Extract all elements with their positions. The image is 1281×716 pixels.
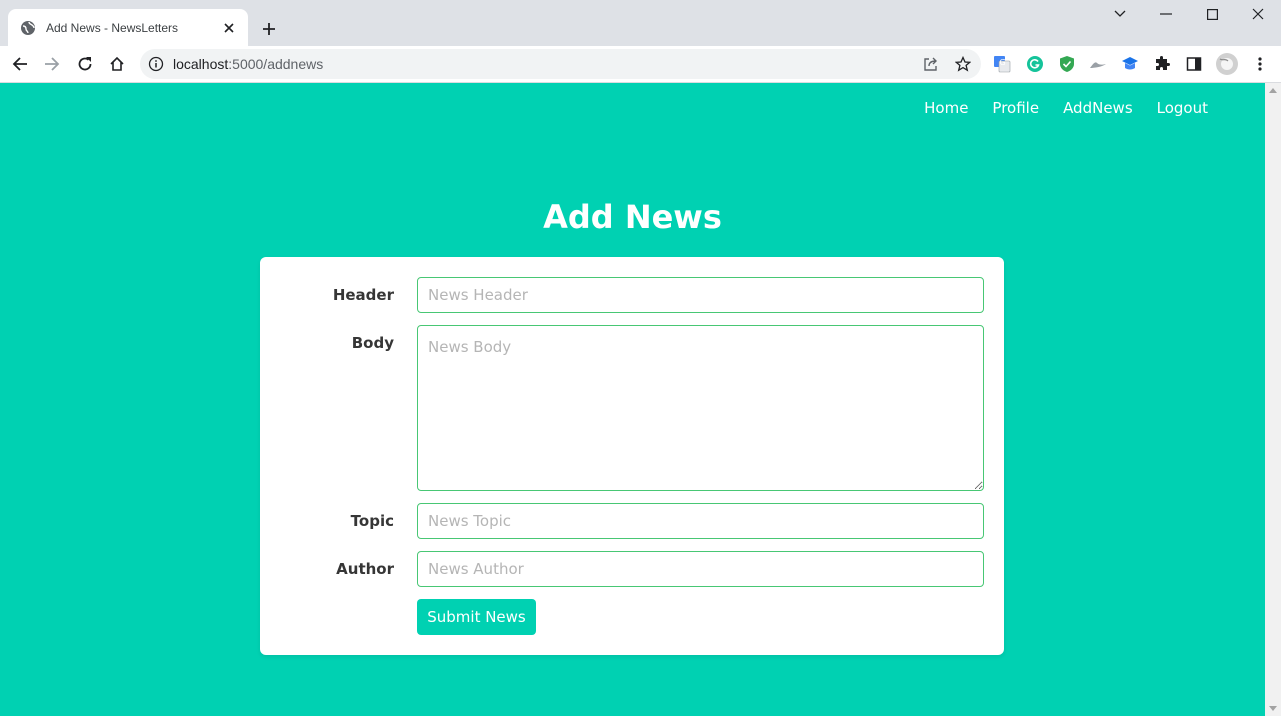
add-news-form: Header Body Topic Author Submit News (260, 257, 1004, 655)
browser-toolbar: localhost:5000/addnews G (0, 46, 1281, 83)
nav-link-profile[interactable]: Profile (992, 99, 1039, 117)
nav-link-addnews[interactable]: AddNews (1063, 99, 1133, 117)
maximize-icon[interactable] (1201, 3, 1223, 25)
close-icon[interactable] (220, 19, 238, 37)
home-icon[interactable] (105, 52, 129, 76)
shield-icon[interactable] (1057, 54, 1077, 74)
url-path: :5000/addnews (228, 56, 324, 72)
body-textarea[interactable] (417, 325, 984, 491)
menu-dots-icon[interactable] (1250, 54, 1270, 74)
chevron-down-icon[interactable] (1109, 3, 1131, 25)
page-viewport: Home Profile AddNews Logout Add News Hea… (0, 83, 1265, 716)
scroll-down-icon[interactable] (1269, 706, 1277, 711)
body-label: Body (351, 334, 394, 352)
header-label: Header (332, 286, 394, 304)
forward-icon[interactable] (40, 52, 64, 76)
svg-text:G: G (1000, 58, 1006, 67)
scroll-up-icon[interactable] (1269, 88, 1277, 93)
globe-icon (20, 20, 36, 36)
submit-news-button[interactable]: Submit News (417, 599, 536, 635)
minimize-icon[interactable] (1155, 3, 1177, 25)
author-label: Author (336, 560, 394, 578)
profile-avatar[interactable] (1215, 52, 1239, 76)
sidepanel-icon[interactable] (1184, 54, 1204, 74)
reload-icon[interactable] (73, 52, 97, 76)
hat-icon[interactable] (1088, 54, 1108, 74)
share-icon[interactable] (920, 53, 942, 75)
back-icon[interactable] (8, 52, 32, 76)
star-icon[interactable] (952, 53, 974, 75)
puzzle-icon[interactable] (1152, 54, 1172, 74)
grammarly-icon[interactable] (1025, 54, 1045, 74)
page-scrollbar[interactable] (1265, 83, 1281, 716)
page-title: Add News (543, 198, 722, 236)
url-host: localhost (173, 56, 229, 72)
nav-link-logout[interactable]: Logout (1157, 99, 1208, 117)
info-icon[interactable] (148, 56, 164, 72)
tab-title: Add News - NewsLetters (46, 20, 179, 35)
header-input[interactable] (417, 277, 984, 313)
topic-input[interactable] (417, 503, 984, 539)
navbar: Home Profile AddNews Logout (924, 99, 1208, 117)
topic-label: Topic (350, 512, 394, 530)
tab-strip: Add News - NewsLetters (0, 0, 1281, 46)
translate-icon[interactable]: G (992, 54, 1012, 74)
author-input[interactable] (417, 551, 984, 587)
graduation-icon[interactable] (1120, 54, 1140, 74)
nav-link-home[interactable]: Home (924, 99, 968, 117)
browser-tab[interactable]: Add News - NewsLetters (8, 9, 248, 46)
url-text: localhost:5000/addnews (173, 56, 323, 72)
plus-icon[interactable] (258, 18, 280, 40)
window-close-icon[interactable] (1247, 3, 1269, 25)
address-bar[interactable]: localhost:5000/addnews (140, 49, 981, 79)
